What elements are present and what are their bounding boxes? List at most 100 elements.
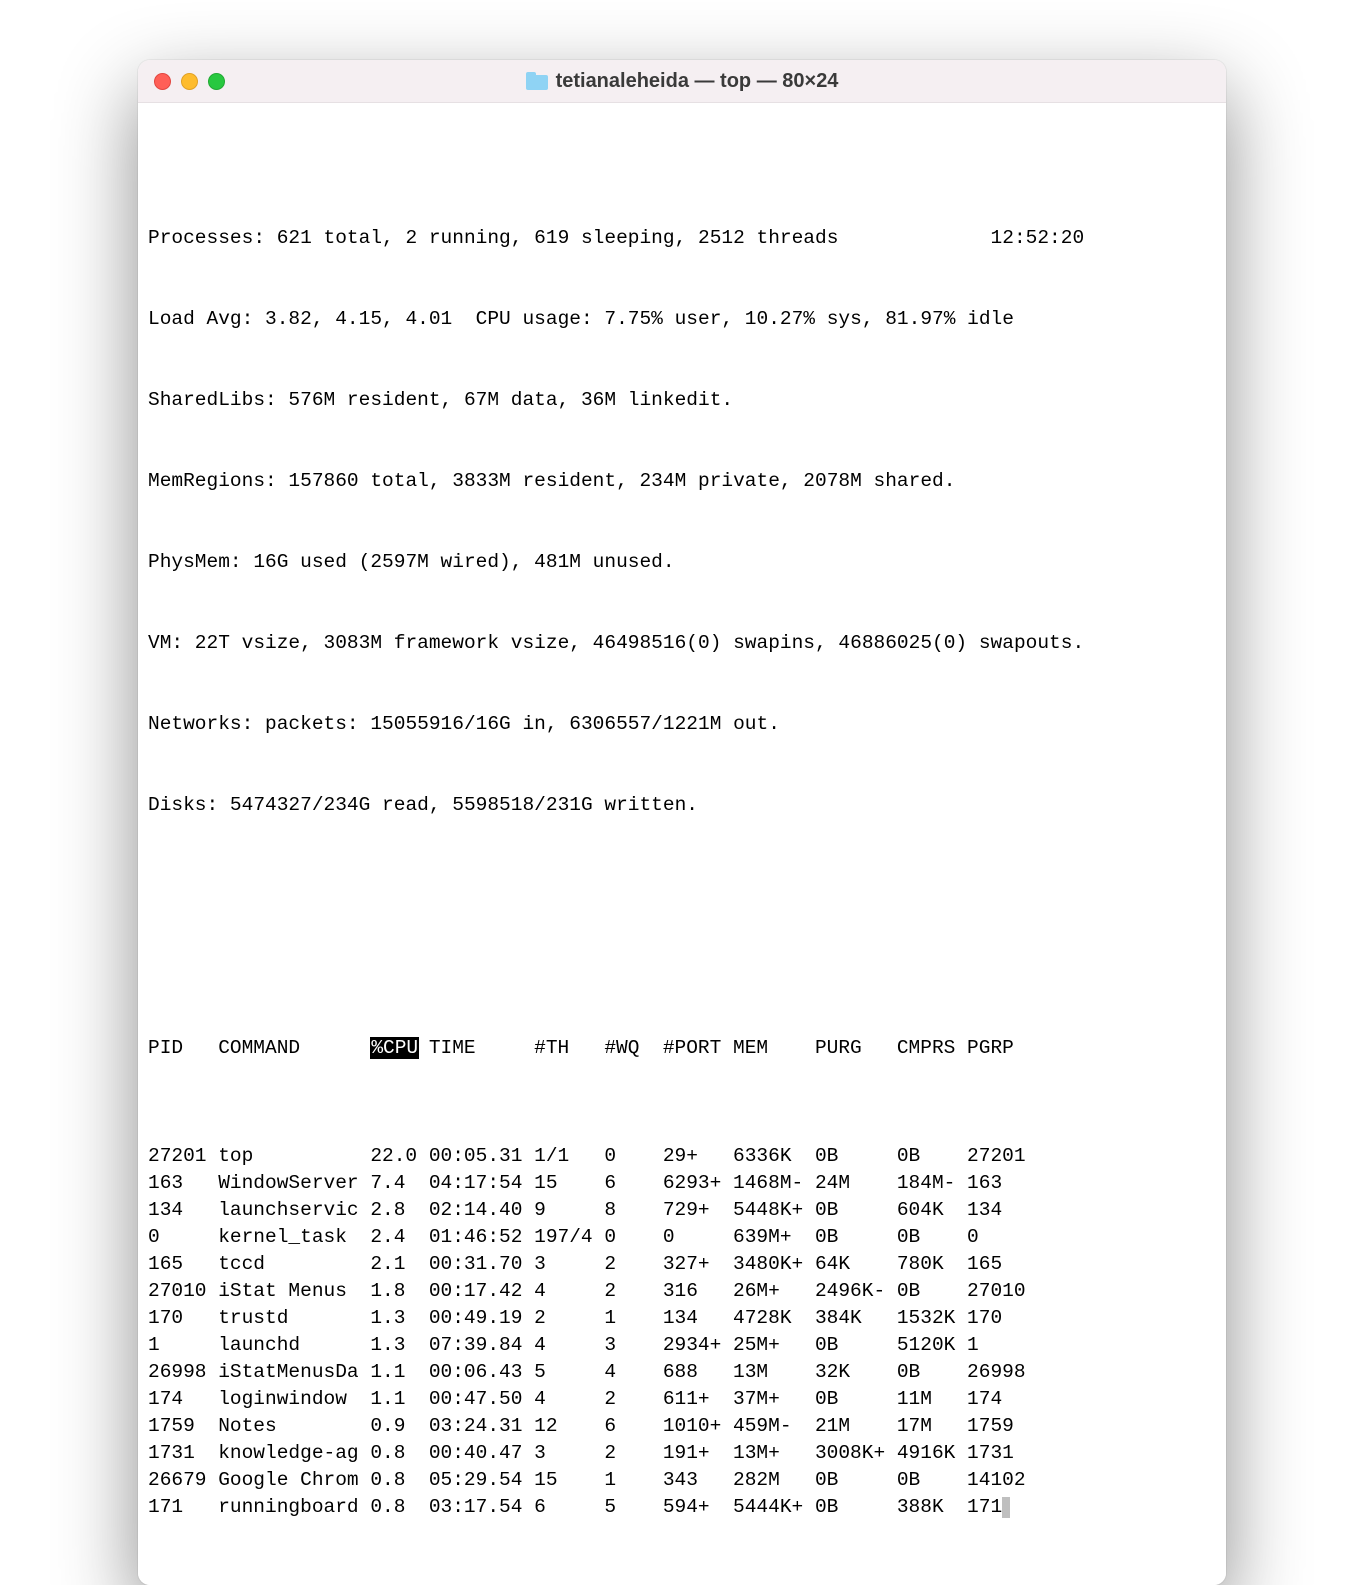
cell-cmd: launchd xyxy=(218,1332,370,1359)
cell-pgrp: 174 xyxy=(967,1386,1037,1413)
cell-purg: 384K xyxy=(815,1305,897,1332)
cell-cmprs: 0B xyxy=(897,1278,967,1305)
col-cmprs: CMPRS xyxy=(897,1035,967,1062)
table-row: 27010iStat Menus1.800:17.424231626M+2496… xyxy=(148,1278,1216,1305)
cell-th: 1/1 xyxy=(534,1143,604,1170)
cell-th: 4 xyxy=(534,1332,604,1359)
cell-purg: 0B xyxy=(815,1224,897,1251)
process-list: 27201top22.000:05.311/1029+6336K0B0B2720… xyxy=(148,1143,1216,1521)
cell-port: 2934+ xyxy=(663,1332,733,1359)
cell-th: 15 xyxy=(534,1170,604,1197)
col-cpu: %CPU xyxy=(370,1035,429,1062)
cell-time: 00:06.43 xyxy=(429,1359,534,1386)
zoom-button[interactable] xyxy=(208,73,225,90)
cell-purg: 64K xyxy=(815,1251,897,1278)
cell-purg: 32K xyxy=(815,1359,897,1386)
cell-pid: 1731 xyxy=(148,1440,218,1467)
cell-pid: 27010 xyxy=(148,1278,218,1305)
cell-wq: 8 xyxy=(604,1197,663,1224)
cell-time: 07:39.84 xyxy=(429,1332,534,1359)
cell-cpu: 1.1 xyxy=(370,1386,429,1413)
col-th: #TH xyxy=(534,1035,604,1062)
cell-cmd: iStatMenusDa xyxy=(218,1359,370,1386)
minimize-button[interactable] xyxy=(181,73,198,90)
cell-cmd: loginwindow xyxy=(218,1386,370,1413)
cell-time: 02:14.40 xyxy=(429,1197,534,1224)
cell-cmprs: 1532K xyxy=(897,1305,967,1332)
cell-time: 00:49.19 xyxy=(429,1305,534,1332)
cell-mem: 37M+ xyxy=(733,1386,815,1413)
cell-pgrp: 26998 xyxy=(967,1359,1037,1386)
cell-time: 00:47.50 xyxy=(429,1386,534,1413)
cell-port: 343 xyxy=(663,1467,733,1494)
cell-pid: 26679 xyxy=(148,1467,218,1494)
terminal-content[interactable]: Processes: 621 total, 2 running, 619 sle… xyxy=(138,103,1226,1585)
col-mem: MEM xyxy=(733,1035,815,1062)
cell-mem: 13M xyxy=(733,1359,815,1386)
physmem-line: PhysMem: 16G used (2597M wired), 481M un… xyxy=(148,549,1216,576)
load-line: Load Avg: 3.82, 4.15, 4.01 CPU usage: 7.… xyxy=(148,306,1216,333)
cell-port: 316 xyxy=(663,1278,733,1305)
cell-port: 688 xyxy=(663,1359,733,1386)
cell-cpu: 0.8 xyxy=(370,1494,429,1521)
cell-cmd: top xyxy=(218,1143,370,1170)
cell-th: 15 xyxy=(534,1467,604,1494)
cell-port: 1010+ xyxy=(663,1413,733,1440)
cell-wq: 3 xyxy=(604,1332,663,1359)
cell-pid: 170 xyxy=(148,1305,218,1332)
cell-th: 3 xyxy=(534,1251,604,1278)
cell-pgrp: 165 xyxy=(967,1251,1037,1278)
cell-cpu: 0.9 xyxy=(370,1413,429,1440)
cell-time: 04:17:54 xyxy=(429,1170,534,1197)
cell-th: 9 xyxy=(534,1197,604,1224)
cell-pgrp: 27010 xyxy=(967,1278,1037,1305)
cell-cmprs: 780K xyxy=(897,1251,967,1278)
cell-mem: 6336K xyxy=(733,1143,815,1170)
cell-mem: 459M- xyxy=(733,1413,815,1440)
cell-th: 6 xyxy=(534,1494,604,1521)
cell-th: 197/4 xyxy=(534,1224,604,1251)
cell-wq: 2 xyxy=(604,1251,663,1278)
close-button[interactable] xyxy=(154,73,171,90)
cell-cpu: 1.3 xyxy=(370,1305,429,1332)
cell-time: 00:31.70 xyxy=(429,1251,534,1278)
cell-pid: 1 xyxy=(148,1332,218,1359)
cell-pid: 171 xyxy=(148,1494,218,1521)
cell-wq: 2 xyxy=(604,1278,663,1305)
cell-purg: 21M xyxy=(815,1413,897,1440)
cell-pid: 26998 xyxy=(148,1359,218,1386)
cell-wq: 0 xyxy=(604,1143,663,1170)
traffic-lights xyxy=(138,73,225,90)
cell-time: 00:40.47 xyxy=(429,1440,534,1467)
cell-cpu: 0.8 xyxy=(370,1467,429,1494)
cell-port: 611+ xyxy=(663,1386,733,1413)
cell-cpu: 7.4 xyxy=(370,1170,429,1197)
window-titlebar[interactable]: tetianaleheida — top — 80×24 xyxy=(138,60,1226,103)
cell-cpu: 2.8 xyxy=(370,1197,429,1224)
cell-mem: 3480K+ xyxy=(733,1251,815,1278)
folder-icon xyxy=(526,72,548,90)
cell-wq: 6 xyxy=(604,1170,663,1197)
cell-pid: 27201 xyxy=(148,1143,218,1170)
cell-cmd: runningboard xyxy=(218,1494,370,1521)
vm-line: VM: 22T vsize, 3083M framework vsize, 46… xyxy=(148,630,1216,657)
cell-pgrp: 171 xyxy=(967,1494,1037,1521)
table-row: 174loginwindow1.100:47.5042611+37M+0B11M… xyxy=(148,1386,1216,1413)
cell-cmd: knowledge-ag xyxy=(218,1440,370,1467)
col-command: COMMAND xyxy=(218,1035,370,1062)
table-row: 165tccd2.100:31.7032327+3480K+64K780K165 xyxy=(148,1251,1216,1278)
cell-pid: 1759 xyxy=(148,1413,218,1440)
cell-purg: 0B xyxy=(815,1386,897,1413)
col-time: TIME xyxy=(429,1035,534,1062)
table-row: 1launchd1.307:39.84432934+25M+0B5120K1 xyxy=(148,1332,1216,1359)
window-title: tetianaleheida — top — 80×24 xyxy=(556,70,839,93)
cell-port: 327+ xyxy=(663,1251,733,1278)
networks-line: Networks: packets: 15055916/16G in, 6306… xyxy=(148,711,1216,738)
cell-pgrp: 163 xyxy=(967,1170,1037,1197)
disks-line: Disks: 5474327/234G read, 5598518/231G w… xyxy=(148,792,1216,819)
cell-mem: 5448K+ xyxy=(733,1197,815,1224)
cell-wq: 6 xyxy=(604,1413,663,1440)
cell-purg: 0B xyxy=(815,1143,897,1170)
table-row: 163WindowServer7.404:17:541566293+1468M-… xyxy=(148,1170,1216,1197)
cell-cpu: 1.1 xyxy=(370,1359,429,1386)
